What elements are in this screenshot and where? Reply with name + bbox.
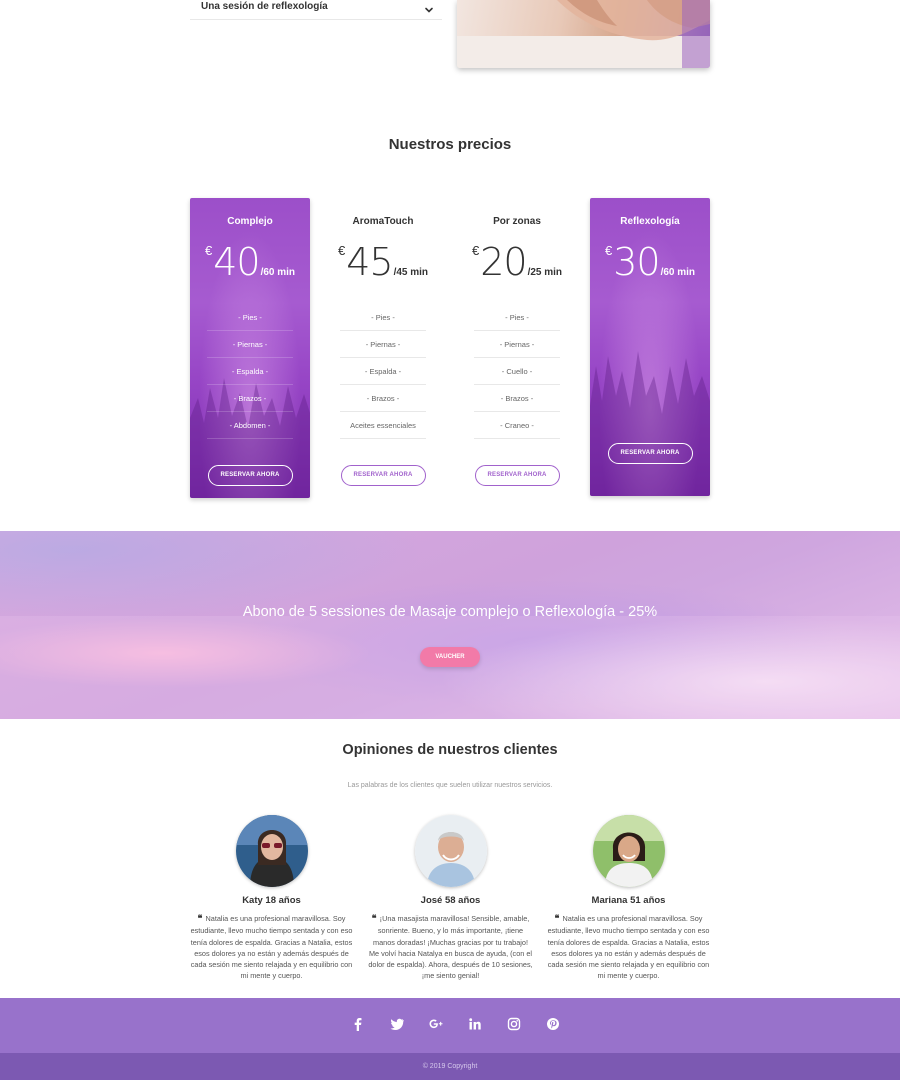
currency-symbol: € bbox=[337, 243, 346, 258]
feature-list: - Pies - - Piernas - - Cuello - - Brazos… bbox=[474, 304, 560, 439]
accordion-label: Una sesión de reflexología bbox=[201, 1, 328, 12]
avatar-katy bbox=[235, 815, 308, 887]
testimonial-text: ❝ Natalia es una profesional maravillosa… bbox=[189, 913, 354, 982]
feature-item: - Craneo - bbox=[474, 412, 560, 439]
feature-item: - Pies - bbox=[340, 304, 426, 331]
facebook-icon[interactable] bbox=[338, 1014, 377, 1034]
feature-item: - Brazos - bbox=[474, 385, 560, 412]
linkedin-icon[interactable] bbox=[455, 1014, 494, 1034]
feature-item: - Piernas - bbox=[474, 331, 560, 358]
testimonial-name: José 58 años bbox=[420, 895, 481, 906]
twitter-icon[interactable] bbox=[377, 1014, 416, 1034]
testimonials-title: Opiniones de nuestros clientes bbox=[342, 742, 558, 758]
feature-list: - Pies - - Piernas - - Espalda - - Brazo… bbox=[207, 304, 293, 439]
reserve-button[interactable]: RESERVAR AHORA bbox=[607, 443, 693, 464]
card-name: Reflexología bbox=[620, 216, 680, 227]
testimonial-card: Katy 18 años ❝ Natalia es una profesiona… bbox=[189, 815, 354, 982]
testimonial-name: Mariana 51 años bbox=[591, 895, 666, 906]
footer-copyright-bar: © 2019 Copyright bbox=[0, 1053, 900, 1080]
avatar-jose bbox=[414, 815, 487, 887]
accordion-item-reflexologia[interactable]: Una sesión de reflexología bbox=[190, 0, 442, 20]
testimonial-card: José 58 años ❝ ¡Una masajista maravillos… bbox=[368, 815, 533, 982]
feature-item: - Pies - bbox=[207, 304, 293, 331]
feature-item: - Pies - bbox=[474, 304, 560, 331]
price-duration: /60 min bbox=[660, 267, 696, 278]
card-name: Complejo bbox=[227, 216, 273, 227]
copyright-text: © 2019 Copyright bbox=[422, 1063, 478, 1070]
avatar-mariana bbox=[592, 815, 665, 887]
testimonial-text: ❝ Natalia es una profesional maravillosa… bbox=[546, 913, 711, 982]
empty-feature-area bbox=[590, 282, 710, 443]
chevron-down-icon bbox=[424, 2, 434, 13]
voucher-button[interactable]: VAUCHER bbox=[420, 647, 480, 667]
feature-item: - Espalda - bbox=[340, 358, 426, 385]
price: € 40 /60 min bbox=[190, 242, 310, 282]
card-name: AromaTouch bbox=[352, 216, 414, 227]
price-duration: /25 min bbox=[527, 267, 563, 278]
promo-banner: Abono de 5 sessiones de Masaje complejo … bbox=[0, 531, 900, 719]
feature-item: - Brazos - bbox=[340, 385, 426, 412]
testimonials-subtitle: Las palabras de los clientes que suelen … bbox=[347, 782, 553, 789]
footer-social-bar bbox=[0, 998, 900, 1053]
promo-title: Abono de 5 sessiones de Masaje complejo … bbox=[242, 604, 658, 620]
reserve-button[interactable]: RESERVAR AHORA bbox=[474, 465, 560, 486]
feature-item: - Espalda - bbox=[207, 358, 293, 385]
pinterest-icon[interactable] bbox=[533, 1014, 572, 1034]
testimonial-quote: Natalia es una profesional maravillosa. … bbox=[547, 914, 710, 981]
price-card-reflexologia: Reflexología € 30 /60 min RESERVAR AHORA bbox=[590, 198, 710, 496]
price-amount: 40 bbox=[213, 240, 260, 284]
currency-symbol: € bbox=[204, 243, 213, 258]
price-duration: /60 min bbox=[260, 267, 296, 278]
testimonial-quote: Natalia es una profesional maravillosa. … bbox=[190, 914, 353, 981]
feature-item: - Piernas - bbox=[340, 331, 426, 358]
card-name: Por zonas bbox=[493, 216, 541, 227]
feature-item: - Abdomen - bbox=[207, 412, 293, 439]
testimonial-card: Mariana 51 años ❝ Natalia es una profesi… bbox=[546, 815, 711, 982]
promo-overlay bbox=[0, 616, 900, 719]
massage-photo bbox=[457, 0, 710, 68]
reserve-button[interactable]: RESERVAR AHORA bbox=[207, 465, 293, 486]
quote-icon: ❝ bbox=[371, 914, 380, 924]
price: € 30 /60 min bbox=[590, 242, 710, 282]
price-duration: /45 min bbox=[393, 267, 429, 278]
testimonial-quote: ¡Una masajista maravillosa! Sensible, am… bbox=[368, 914, 533, 981]
price-card-aromatouch: AromaTouch € 45 /45 min - Pies - - Piern… bbox=[323, 198, 443, 486]
instagram-icon[interactable] bbox=[494, 1014, 533, 1034]
currency-symbol: € bbox=[604, 243, 613, 258]
feature-item: Aceites essenciales bbox=[340, 412, 426, 439]
price-amount: 30 bbox=[613, 240, 660, 284]
feature-item: - Cuello - bbox=[474, 358, 560, 385]
feature-item: - Piernas - bbox=[207, 331, 293, 358]
google-plus-icon[interactable] bbox=[416, 1014, 455, 1034]
feature-list: - Pies - - Piernas - - Espalda - - Brazo… bbox=[340, 304, 426, 439]
testimonial-text: ❝ ¡Una masajista maravillosa! Sensible, … bbox=[368, 913, 533, 982]
testimonial-name: Katy 18 años bbox=[242, 895, 301, 906]
reserve-button[interactable]: RESERVAR AHORA bbox=[340, 465, 426, 486]
currency-symbol: € bbox=[471, 243, 480, 258]
price: € 45 /45 min bbox=[323, 242, 443, 282]
quote-icon: ❝ bbox=[197, 914, 206, 924]
pricing-title: Nuestros precios bbox=[388, 136, 512, 153]
price-amount: 45 bbox=[346, 240, 393, 284]
price-card-complejo: Complejo € 40 /60 min - Pies - - Piernas… bbox=[190, 198, 310, 498]
social-links bbox=[338, 1014, 572, 1034]
quote-icon: ❝ bbox=[554, 914, 563, 924]
price: € 20 /25 min bbox=[457, 242, 577, 282]
feature-item: - Brazos - bbox=[207, 385, 293, 412]
price-card-por-zonas: Por zonas € 20 /25 min - Pies - - Pierna… bbox=[457, 198, 577, 486]
price-amount: 20 bbox=[480, 240, 527, 284]
